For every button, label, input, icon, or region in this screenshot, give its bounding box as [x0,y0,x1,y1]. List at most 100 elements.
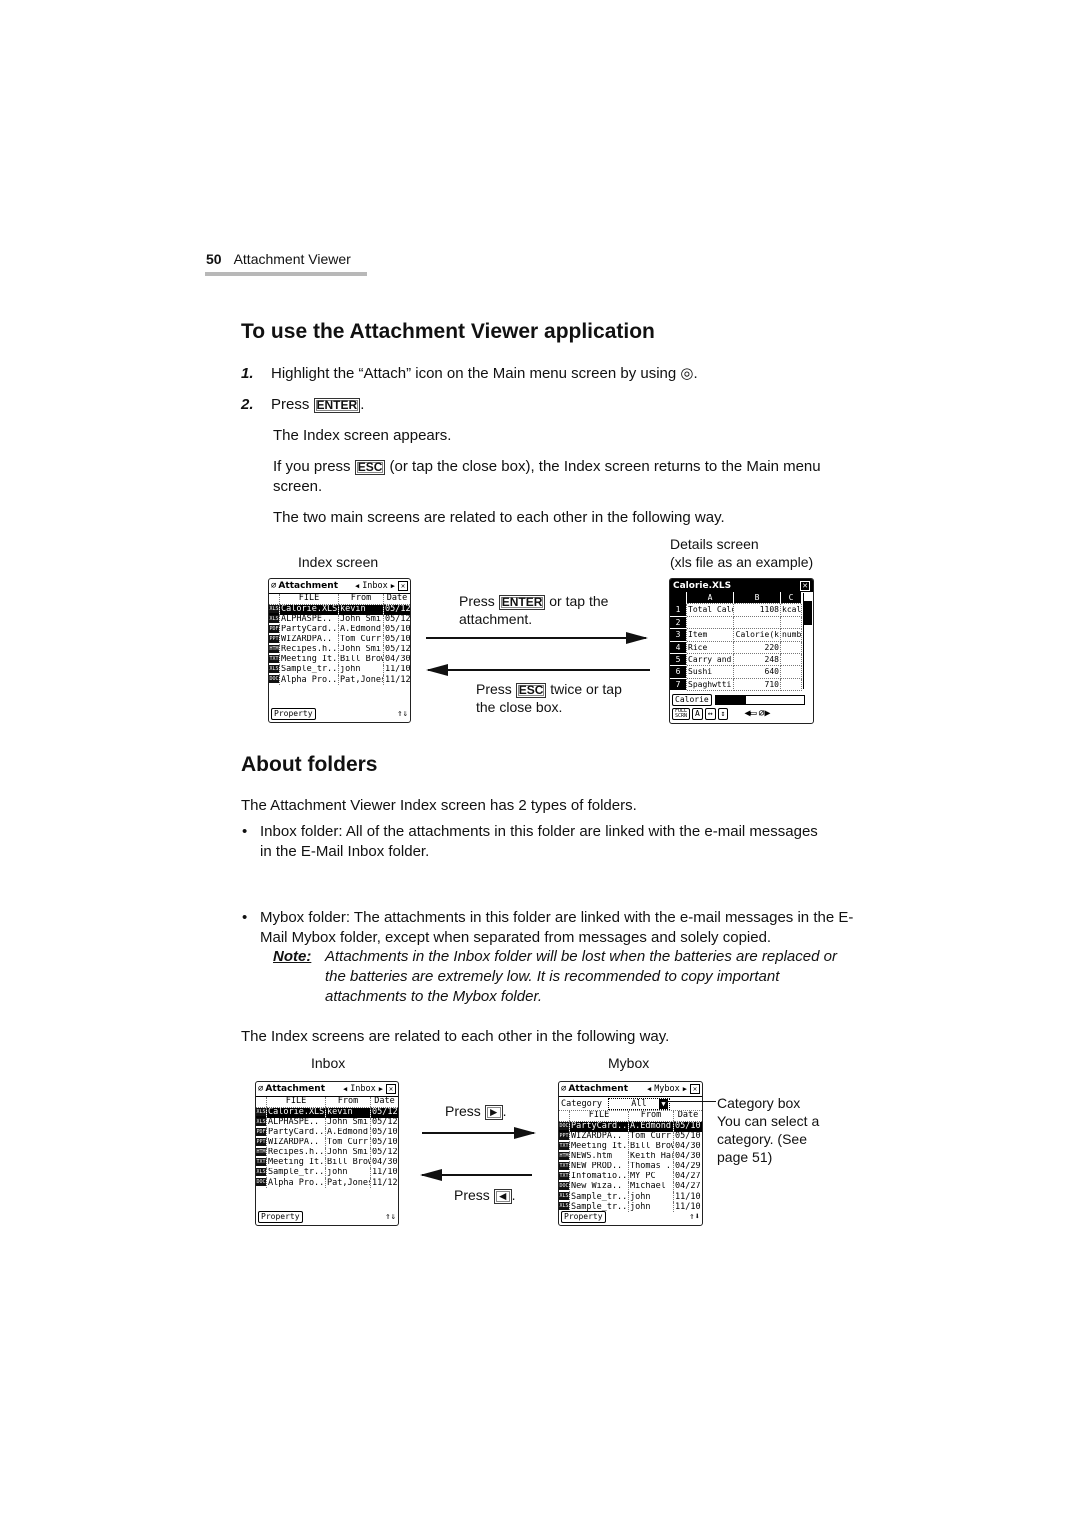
attachment-row[interactable]: PPTWIZARDPA..Tom Curr..05/10 [559,1131,702,1142]
attachment-row[interactable]: PPTWIZARDPA..Tom Curr..05/10 [269,634,410,645]
attachment-row[interactable]: DOC Alpha Pro.. Pat,Jones 11/12 [269,675,410,686]
cell-b[interactable] [733,615,781,630]
attachment-row[interactable]: TXT NEW PROD.. Thomas .. 04/29 [559,1161,702,1173]
property-button[interactable]: Property [258,1211,303,1223]
cell-a[interactable] [686,615,734,630]
row-header[interactable]: 1 [670,603,687,617]
prev-folder-icon[interactable]: ◀ [355,582,359,590]
prev-folder-icon[interactable]: ◀ [343,1085,347,1093]
cell-b[interactable]: 248 [733,653,781,667]
row-header[interactable]: 4 [670,641,687,655]
row-height-button[interactable]: ↕ [717,708,729,720]
cell-c[interactable]: numb [780,628,802,642]
cell-c[interactable] [780,653,802,667]
close-icon[interactable]: ✕ [386,1084,396,1094]
prev-attachment-icon[interactable]: ◀▭ [744,708,756,720]
scroll-arrows-icon[interactable]: ⇑⬇ [689,1212,700,1222]
attachment-row[interactable]: HTMNEWS.htmKeith Har..04/30 [559,1151,702,1162]
spreadsheet-row[interactable]: 4 Rice 220 [670,640,802,655]
column-header[interactable]: FILE [266,1097,326,1108]
attachment-row[interactable]: PDF PartyCard.. A.Edmond 05/10 [269,624,410,635]
attachment-row[interactable]: PPTWIZARDPA..Tom Curr..05/10 [256,1137,398,1148]
cell-a[interactable]: Total Calo [686,603,734,617]
dropdown-arrow-icon[interactable]: ▼ [658,1098,668,1109]
horizontal-scrollbar[interactable] [714,695,805,705]
next-folder-icon[interactable]: ▶ [379,1085,383,1093]
attachment-row[interactable]: DOCNew Wiza..Michael ..04/27 [559,1182,702,1193]
cell-c[interactable] [780,677,802,692]
spreadsheet-row[interactable]: 3 Item Calorie(k numb [670,628,802,642]
property-button[interactable]: Property [271,708,316,720]
vertical-scrollbar[interactable] [803,593,812,689]
column-header[interactable]: FILE [569,1111,629,1122]
column-width-button[interactable]: ↔ [704,708,716,720]
full-screen-button[interactable]: FULL SCRN [672,708,690,720]
attachment-row[interactable]: XLS Sample_tr.. john 11/10 [256,1168,398,1179]
cell-c[interactable] [780,665,802,679]
column-header[interactable]: Date [383,594,410,605]
cell-c[interactable]: kcal [780,603,802,617]
attachment-next-icon[interactable]: ⌀▶ [759,708,771,720]
esc-key: ESC [515,683,547,698]
cell-c[interactable] [780,640,802,655]
attachment-row[interactable]: XLSALPHASPE..John Smi..05/12 [269,614,410,625]
close-icon[interactable]: ✕ [690,1084,700,1094]
property-button[interactable]: Property [561,1211,606,1223]
row-header[interactable]: 6 [670,665,687,679]
column-header[interactable]: From [338,594,384,605]
cell-b[interactable]: 1108 [733,603,781,617]
cell-b[interactable]: 640 [733,665,781,679]
spreadsheet-row[interactable]: 2 [670,615,802,630]
attachment-row[interactable]: XLS Calorie.XLS kevin 05/12 [256,1107,398,1118]
attachment-row[interactable]: TXTMeeting It..Bill Brown04/30 [256,1158,398,1169]
close-icon[interactable]: ✕ [398,581,408,591]
spreadsheet-row[interactable]: 5 Carry and 248 [670,653,802,667]
cell-a[interactable]: Carry and [686,653,734,667]
cell-b[interactable]: 220 [733,640,781,655]
next-folder-icon[interactable]: ▶ [391,582,395,590]
font-size-button[interactable]: A [692,708,703,720]
column-header[interactable]: From [628,1111,674,1122]
attachment-row[interactable]: XLS Sample_tr.. john 11/10 [269,665,410,676]
column-header[interactable]: FILE [279,594,339,605]
sheet-tab[interactable]: Calorie [672,694,712,706]
cell-c[interactable] [780,615,802,630]
cell-a[interactable]: Item [686,628,734,642]
cell-a[interactable]: Rice [686,640,734,655]
attachment-row[interactable]: XLSALPHASPE..John Smi..05/12 [256,1117,398,1128]
prev-folder-icon[interactable]: ◀ [647,1085,651,1093]
attachment-row[interactable]: TXTMeeting It..Bill Brown04/30 [559,1141,702,1152]
next-folder-icon[interactable]: ▶ [683,1085,687,1093]
sender: Bill Brown [628,1141,674,1152]
attachment-row[interactable]: PDF PartyCard.. A.Edmond 05/10 [256,1127,398,1138]
right-key: ► [484,1105,503,1120]
close-icon[interactable]: ✕ [800,580,810,591]
cell-a[interactable]: Spaghwtti [686,677,734,692]
category-select[interactable]: All ▼ [607,1097,670,1110]
scroll-arrows-icon[interactable]: ⇑⇓ [397,709,408,719]
attachment-row[interactable]: DOC Alpha Pro.. Pat,Jones 11/12 [256,1178,398,1189]
cell-b[interactable]: Calorie(k [733,628,781,642]
column-header[interactable]: Date [370,1097,398,1108]
row-header[interactable]: 5 [670,653,687,667]
row-header[interactable]: 3 [670,628,687,642]
spreadsheet-row[interactable]: 1 Total Calo 1108 kcal [670,603,802,617]
attachment-row[interactable]: TXTMeeting It..Bill Brown04/30 [269,655,410,666]
row-header[interactable]: 2 [670,616,687,630]
scroll-arrows-icon[interactable]: ⇑⇓ [385,1212,396,1222]
attachment-row[interactable]: XLS Sample_tr.. john 11/10 [559,1192,702,1203]
date: 05/10 [673,1131,702,1142]
cell-b[interactable]: 710 [733,677,781,692]
related-paragraph: The two main screens are related to each… [273,509,725,526]
spreadsheet-row[interactable]: 7 Spaghwtti 710 [670,677,802,692]
spreadsheet-row[interactable]: 6 Sushi 640 [670,665,802,679]
cell-a[interactable]: Sushi [686,665,734,679]
attachment-row[interactable]: HTMRecipes.h..John Smi..05/12 [256,1147,398,1159]
attachment-row[interactable]: XLS Calorie.XLS kevin 05/12 [269,604,410,615]
attachment-row[interactable]: DOC PartyCard.. A.Edmond 05/10 [559,1121,702,1132]
attachment-row[interactable]: TXT Infomatio.. MY PC 04/27 [559,1172,702,1183]
column-header[interactable]: Date [673,1111,702,1122]
row-header[interactable]: 7 [670,678,687,692]
column-header[interactable]: From [325,1097,371,1108]
attachment-row[interactable]: HTMRecipes.h..John Smi..05/12 [269,644,410,656]
